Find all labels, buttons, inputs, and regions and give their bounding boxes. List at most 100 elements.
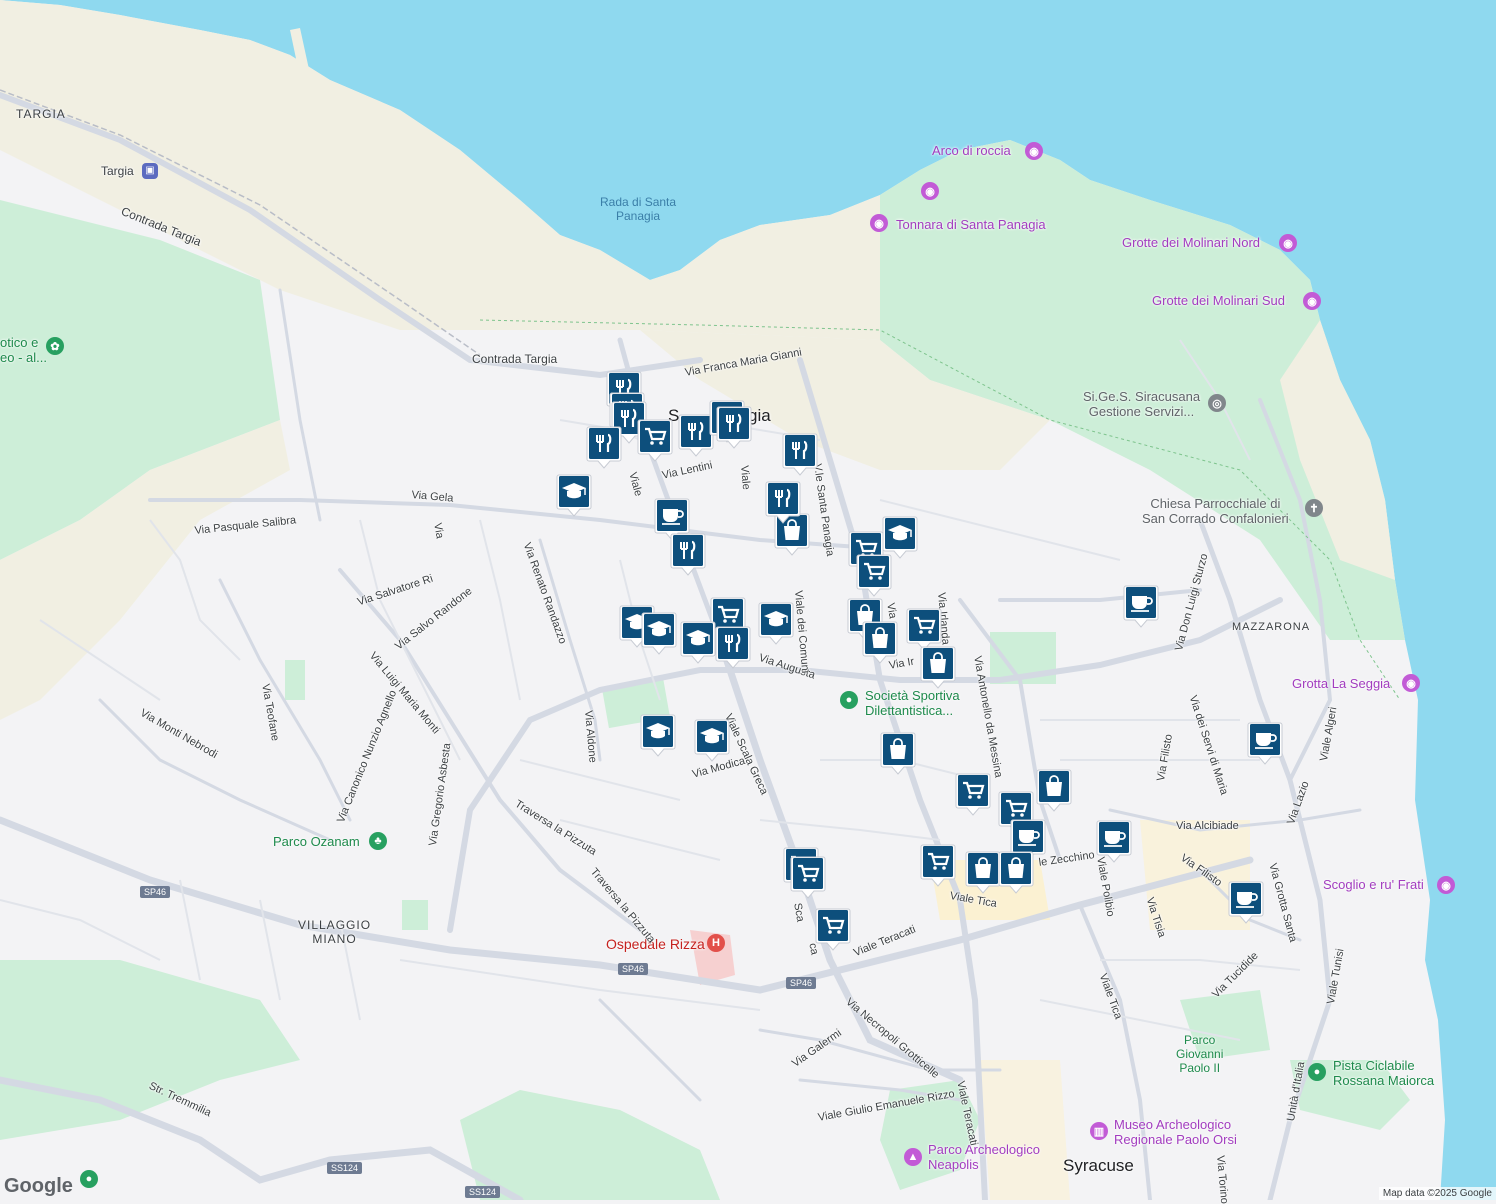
poi-label-pista-line1: Pista Ciclabile	[1333, 1058, 1415, 1073]
photo-spot-icon[interactable]: ◉	[1303, 292, 1321, 310]
hospital-icon[interactable]: H	[707, 934, 725, 952]
monument-icon[interactable]: ▲	[904, 1148, 922, 1166]
route-shield-ss124: SS124	[327, 1162, 363, 1174]
restaurant-icon[interactable]	[716, 405, 752, 449]
shopping-cart-icon[interactable]	[815, 907, 851, 951]
park-icon[interactable]: ●	[1308, 1063, 1326, 1081]
poi-label-parco-giovanni-line3: Paolo II	[1179, 1060, 1221, 1075]
street-label: Via Alcibiade	[1176, 820, 1239, 832]
poi-label-tonnara: Tonnara di Santa Panagia	[896, 217, 1046, 232]
area-label-villaggio: VILLAGGIO MIANO	[298, 918, 372, 947]
poi-label-sigess-line2: Gestione Servizi...	[1088, 403, 1195, 419]
poi-label-sigess-line1: Si.Ge.S. Siracusana	[1083, 389, 1201, 404]
map-attribution: Map data ©2025 Google	[1378, 1187, 1496, 1200]
route-shield-ss124: SS124	[465, 1186, 501, 1198]
poi-label-botanico-line2: eo - al...	[0, 349, 47, 365]
poi-label-grotte-nord: Grotte dei Molinari Nord	[1122, 235, 1260, 250]
restaurant-icon[interactable]	[782, 432, 818, 476]
photo-spot-icon[interactable]: ◉	[1279, 234, 1297, 252]
restaurant-icon[interactable]	[670, 532, 706, 576]
cafe-icon[interactable]	[1096, 819, 1132, 863]
poi-label-grotte-sud: Grotte dei Molinari Sud	[1152, 293, 1285, 308]
area-label-villaggio-line1: VILLAGGIO	[298, 918, 372, 932]
street-label: Via	[884, 602, 899, 620]
map-canvas[interactable]	[0, 0, 1496, 1200]
poi-label-grotta-seggia: Grotta La Seggia	[1292, 676, 1391, 691]
google-logo: Google	[4, 1175, 73, 1197]
photo-spot-icon[interactable]: ◉	[1025, 142, 1043, 160]
school-icon[interactable]	[640, 713, 676, 757]
water-label-rada-line1: Rada di Santa	[600, 195, 677, 209]
poi-label-neapolis-line2: Neapolis	[928, 1156, 979, 1172]
poi-label-botanico-line1: otico e	[0, 335, 39, 350]
school-icon[interactable]	[680, 620, 716, 664]
shopping-bag-icon[interactable]	[920, 645, 956, 689]
street-label: Via	[431, 522, 446, 540]
poi-label-chiesa-line2: San Corrado Confalonieri	[1142, 510, 1289, 526]
route-shield-sp46: SP46	[786, 977, 817, 989]
city-label-syracuse: Syracuse	[1063, 1156, 1134, 1175]
area-label-mazzarona: MAZZARONA	[1232, 621, 1311, 633]
water-label-rada-line2: Panagia	[616, 208, 661, 223]
photo-spot-icon[interactable]: ◉	[1402, 674, 1420, 692]
shopping-cart-icon[interactable]	[637, 418, 673, 462]
shopping-bag-icon[interactable]	[965, 850, 1001, 894]
shopping-bag-icon[interactable]	[880, 731, 916, 775]
poi-label-parco-giovanni-line2: Giovanni	[1176, 1046, 1224, 1061]
route-shield-sp46: SP46	[618, 963, 649, 975]
water-label-rada: Rada di Santa Panagia	[600, 195, 677, 224]
poi-label-museo-line2: Regionale Paolo Orsi	[1114, 1131, 1237, 1147]
area-label-targia: TARGIA	[16, 107, 66, 121]
poi-label-neapolis: Parco Archeologico Neapolis	[928, 1142, 1041, 1173]
station-label-targia: Targia	[101, 164, 134, 178]
museum-icon[interactable]: ▥	[1090, 1122, 1108, 1140]
cafe-icon[interactable]	[1247, 721, 1283, 765]
church-icon[interactable]: ✝	[1305, 499, 1323, 517]
restaurant-icon[interactable]	[765, 480, 801, 524]
poi-label-societa-line1: Società Sportiva	[865, 688, 960, 703]
poi-label-parco-giovanni: Parco Giovanni Paolo II	[1176, 1033, 1224, 1075]
poi-label-pista-line2: Rossana Maiorca	[1333, 1072, 1435, 1088]
poi-label-societa: Società Sportiva Dilettantistica...	[865, 688, 960, 719]
poi-label-chiesa-line1: Chiesa Parrocchiale di	[1150, 496, 1281, 511]
cafe-icon[interactable]	[1123, 584, 1159, 628]
poi-label-parco-ozanam: Parco Ozanam	[273, 834, 360, 849]
train-station-icon[interactable]: ▣	[142, 163, 158, 179]
restaurant-icon[interactable]	[586, 425, 622, 469]
poi-label-museo: Museo Archeologico Regionale Paolo Orsi	[1114, 1117, 1237, 1148]
shopping-cart-icon[interactable]	[856, 553, 892, 597]
route-shield-sp46: SP46	[140, 886, 171, 898]
park-icon[interactable]: ●	[80, 1170, 98, 1188]
business-icon[interactable]: ◎	[1208, 394, 1226, 412]
photo-spot-icon[interactable]: ◉	[1437, 876, 1455, 894]
restaurant-icon[interactable]	[715, 625, 751, 669]
area-label-villaggio-line2: MIANO	[312, 931, 357, 946]
shopping-bag-icon[interactable]	[1036, 768, 1072, 812]
poi-label-parco-giovanni-line1: Parco	[1184, 1033, 1216, 1047]
poi-label-sigess: Si.Ge.S. Siracusana Gestione Servizi...	[1083, 389, 1201, 420]
park-tree-icon[interactable]: ♣	[369, 832, 387, 850]
school-icon[interactable]	[641, 611, 677, 655]
shopping-bag-icon[interactable]	[862, 620, 898, 664]
photo-spot-icon[interactable]: ◉	[870, 214, 888, 232]
poi-label-scoglio: Scoglio e ru' Frati	[1323, 877, 1424, 892]
shopping-cart-icon[interactable]	[790, 855, 826, 899]
sports-icon[interactable]: ●	[840, 691, 858, 709]
shopping-bag-icon[interactable]	[998, 850, 1034, 894]
garden-icon[interactable]: ✿	[46, 337, 64, 355]
school-icon[interactable]	[758, 601, 794, 645]
poi-label-museo-line1: Museo Archeologico	[1114, 1117, 1232, 1132]
poi-label-chiesa: Chiesa Parrocchiale di San Corrado Confal…	[1142, 496, 1289, 527]
poi-label-neapolis-line1: Parco Archeologico	[928, 1142, 1041, 1157]
school-icon[interactable]	[556, 473, 592, 517]
shopping-cart-icon[interactable]	[920, 843, 956, 887]
poi-label-pista: Pista Ciclabile Rossana Maiorca	[1333, 1058, 1435, 1089]
cafe-icon[interactable]	[1228, 880, 1264, 924]
poi-label-arco: Arco di roccia	[932, 143, 1011, 158]
poi-label-botanico: otico e eo - al...	[0, 335, 47, 366]
poi-label-societa-line2: Dilettantistica...	[865, 702, 954, 718]
shopping-cart-icon[interactable]	[955, 772, 991, 816]
street-label: Viale	[738, 465, 753, 491]
school-icon[interactable]	[694, 718, 730, 762]
photo-spot-icon[interactable]: ◉	[921, 182, 939, 200]
